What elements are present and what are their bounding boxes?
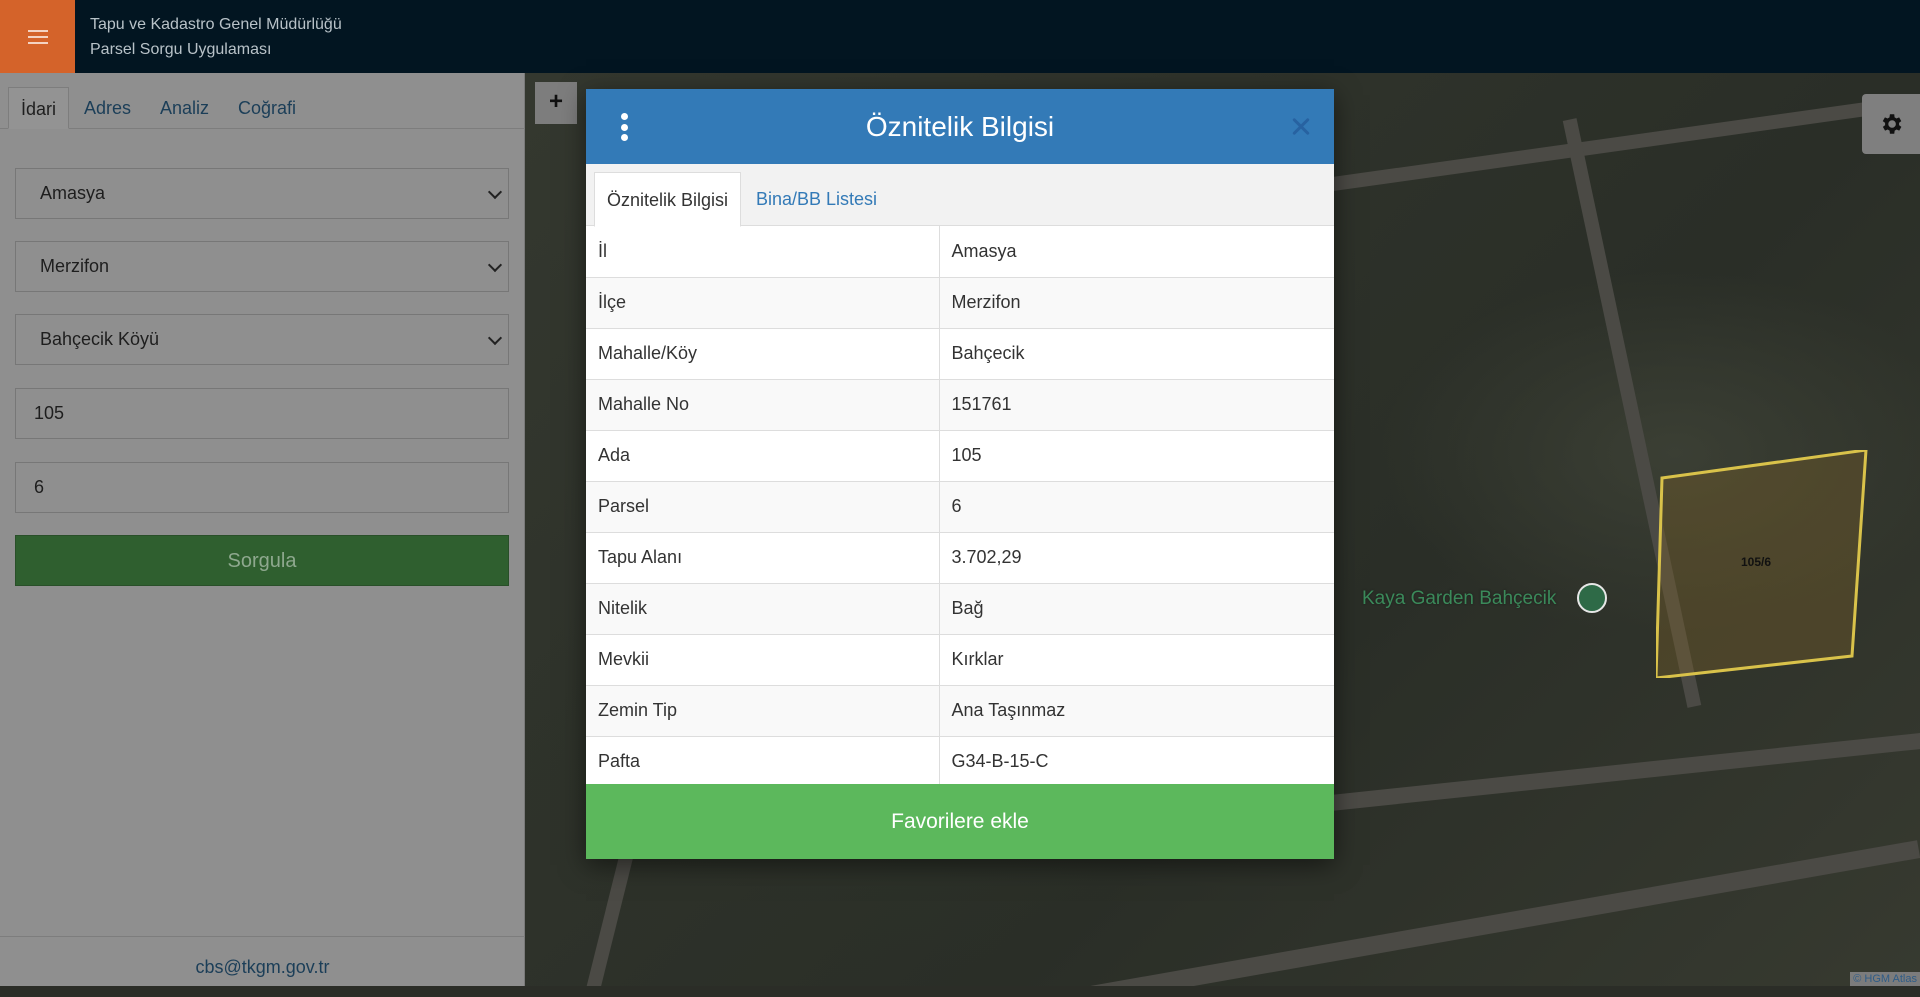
chevron-down-icon xyxy=(488,258,502,272)
poi-label[interactable]: Kaya Garden Bahçecik xyxy=(1362,588,1556,610)
app-title-line1: Tapu ve Kadastro Genel Müdürlüğü xyxy=(90,12,342,37)
table-row: Parsel6 xyxy=(586,481,1334,532)
table-row: NitelikBağ xyxy=(586,583,1334,634)
table-row: Mahalle No151761 xyxy=(586,379,1334,430)
attr-key: Mahalle/Köy xyxy=(586,328,939,379)
attr-key: Mahalle No xyxy=(586,379,939,430)
footer-email-link[interactable]: cbs@tkgm.gov.tr xyxy=(0,936,525,986)
table-row: Mahalle/KöyBahçecik xyxy=(586,328,1334,379)
modal-title: Öznitelik Bilgisi xyxy=(586,89,1334,164)
attr-key: Nitelik xyxy=(586,583,939,634)
app-title-line2: Parsel Sorgu Uygulaması xyxy=(90,37,342,62)
district-select[interactable]: Merzifon xyxy=(15,241,509,292)
attr-value: Bağ xyxy=(939,583,1334,634)
gear-icon xyxy=(1878,111,1904,137)
attr-value: G34-B-15-C xyxy=(939,736,1334,787)
table-row: Ada105 xyxy=(586,430,1334,481)
attr-value: 151761 xyxy=(939,379,1334,430)
query-button[interactable]: Sorgula xyxy=(15,535,509,586)
settings-button[interactable] xyxy=(1862,94,1920,154)
poi-marker-icon[interactable] xyxy=(1577,583,1607,613)
attr-value: Amasya xyxy=(939,226,1334,277)
attr-key: Mevkii xyxy=(586,634,939,685)
attribute-table: İlAmasya İlçeMerzifon Mahalle/KöyBahçeci… xyxy=(586,226,1334,788)
table-row: Tapu Alanı3.702,29 xyxy=(586,532,1334,583)
attr-key: İl xyxy=(586,226,939,277)
app-header: Tapu ve Kadastro Genel Müdürlüğü Parsel … xyxy=(0,0,1920,73)
tab-idari[interactable]: İdari xyxy=(8,87,69,129)
attribute-info-modal: Öznitelik Bilgisi Öznitelik Bilgisi Bina… xyxy=(586,89,1334,859)
tab-building-list[interactable]: Bina/BB Listesi xyxy=(756,172,877,227)
tab-adres[interactable]: Adres xyxy=(84,87,131,129)
neighborhood-select-value: Bahçecik Köyü xyxy=(40,329,159,349)
attr-value: Kırklar xyxy=(939,634,1334,685)
attr-key: İlçe xyxy=(586,277,939,328)
sidebar-tabs: İdari Adres Analiz Coğrafi xyxy=(0,77,525,129)
query-sidebar: İdari Adres Analiz Coğrafi Amasya Merzif… xyxy=(0,73,525,986)
parcel-label: 105/6 xyxy=(1741,555,1771,569)
attr-key: Parsel xyxy=(586,481,939,532)
zoom-in-button[interactable]: + xyxy=(535,82,577,124)
table-row: PaftaG34-B-15-C xyxy=(586,736,1334,787)
table-row: Zemin TipAna Taşınmaz xyxy=(586,685,1334,736)
modal-header: Öznitelik Bilgisi xyxy=(586,89,1334,164)
attr-key: Pafta xyxy=(586,736,939,787)
tab-analiz[interactable]: Analiz xyxy=(160,87,209,129)
attr-value: 3.702,29 xyxy=(939,532,1334,583)
kebab-icon[interactable] xyxy=(620,113,628,141)
attr-key: Ada xyxy=(586,430,939,481)
map-attribution[interactable]: © HGM Atlas xyxy=(1850,972,1920,986)
attr-key: Tapu Alanı xyxy=(586,532,939,583)
modal-tabs: Öznitelik Bilgisi Bina/BB Listesi xyxy=(586,164,1334,226)
chevron-down-icon xyxy=(488,331,502,345)
table-row: İlçeMerzifon xyxy=(586,277,1334,328)
hamburger-icon xyxy=(28,30,48,44)
block-input[interactable]: 105 xyxy=(15,388,509,439)
table-row: MevkiiKırklar xyxy=(586,634,1334,685)
attr-value: Merzifon xyxy=(939,277,1334,328)
attr-value: Bahçecik xyxy=(939,328,1334,379)
tab-attribute-info[interactable]: Öznitelik Bilgisi xyxy=(594,172,741,227)
add-to-favorites-button[interactable]: Favorilere ekle xyxy=(586,784,1334,859)
parcel-input[interactable]: 6 xyxy=(15,462,509,513)
tab-cografi[interactable]: Coğrafi xyxy=(238,87,296,129)
neighborhood-select[interactable]: Bahçecik Köyü xyxy=(15,314,509,365)
province-select[interactable]: Amasya xyxy=(15,168,509,219)
attr-value: Ana Taşınmaz xyxy=(939,685,1334,736)
menu-button[interactable] xyxy=(0,0,75,73)
chevron-down-icon xyxy=(488,185,502,199)
province-select-value: Amasya xyxy=(40,183,105,203)
attr-value: 105 xyxy=(939,430,1334,481)
close-icon[interactable] xyxy=(1286,111,1316,141)
app-title: Tapu ve Kadastro Genel Müdürlüğü Parsel … xyxy=(90,12,342,62)
district-select-value: Merzifon xyxy=(40,256,109,276)
table-row: İlAmasya xyxy=(586,226,1334,277)
attr-key: Zemin Tip xyxy=(586,685,939,736)
attr-value: 6 xyxy=(939,481,1334,532)
parcel-polygon[interactable]: 105/6 xyxy=(1656,450,1868,678)
